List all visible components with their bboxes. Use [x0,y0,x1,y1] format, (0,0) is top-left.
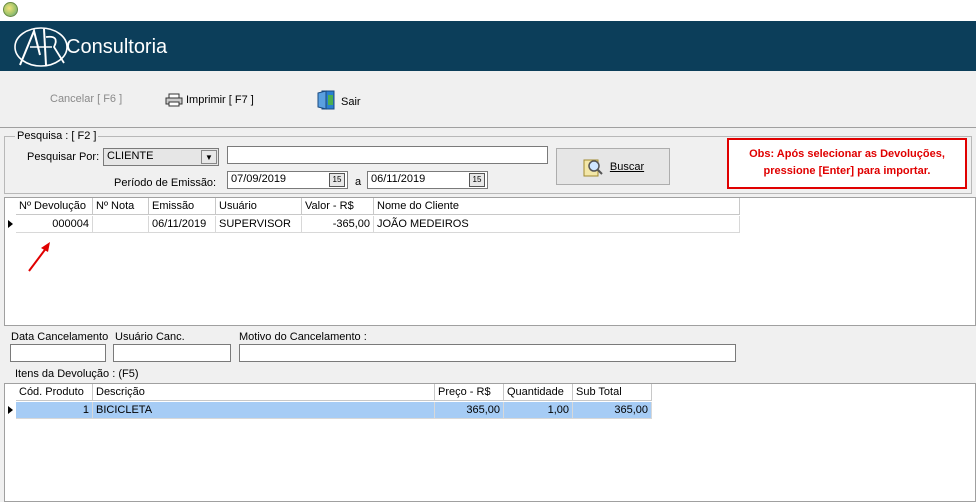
col-header-emissao[interactable]: Emissão [149,198,216,215]
search-input[interactable] [227,146,548,164]
col-header-descricao[interactable]: Descrição [93,384,435,401]
note-line-1: Obs: Após selecionar as Devoluções, [749,148,945,160]
col-header-valor[interactable]: Valor - R$ [302,198,374,215]
app-icon [3,2,18,17]
col-header-subtotal[interactable]: Sub Total [573,384,652,401]
import-note: Obs: Após selecionar as Devoluções, pres… [727,138,967,189]
items-legend: Itens da Devolução : (F5) [13,368,141,380]
cancel-reason-field[interactable] [239,344,736,362]
date-separator: a [355,176,362,188]
cancel-date-label: Data Cancelamento [11,331,109,343]
returns-grid[interactable]: Nº Devolução Nº Nota Emissão Usuário Val… [4,197,976,326]
col-header-cliente[interactable]: Nome do Cliente [374,198,740,215]
date-from-value: 07/09/2019 [231,173,287,185]
search-button[interactable]: Buscar [556,148,670,185]
cancel-reason-label: Motivo do Cancelamento : [239,331,367,343]
note-line-2: pressione [Enter] para importar. [763,165,931,177]
date-from-field[interactable]: 07/09/2019 15 [227,171,348,189]
exit-button[interactable]: Sair [316,89,361,111]
table-row-cell[interactable]: SUPERVISOR [216,216,302,233]
table-row-cell[interactable]: JOÃO MEDEIROS [374,216,740,233]
exit-label: Sair [341,96,361,108]
toolbar [0,71,976,128]
table-row-cell[interactable]: 1,00 [504,402,573,419]
col-header-devolucao[interactable]: Nº Devolução [16,198,93,215]
red-arrow-icon [28,242,50,272]
table-row-cell[interactable]: BICICLETA [93,402,435,419]
calendar-icon[interactable]: 15 [469,173,485,187]
cancel-user-label: Usuário Canc. [115,331,185,343]
table-row-cell[interactable]: 06/11/2019 [149,216,216,233]
search-legend: Pesquisa : [ F2 ] [15,130,99,142]
print-button[interactable]: Imprimir [ F7 ] [165,93,254,107]
table-row-cell[interactable] [93,216,149,233]
table-row-cell[interactable]: 000004 [16,216,93,233]
col-header-nota[interactable]: Nº Nota [93,198,149,215]
cancel-date-field[interactable] [10,344,106,362]
cancel-user-field[interactable] [113,344,231,362]
table-row-cell[interactable]: 1 [16,402,93,419]
row-indicator-icon [8,406,13,414]
exit-door-icon [317,90,335,110]
logo-icon [14,27,68,67]
search-by-label: Pesquisar Por: [27,151,100,163]
row-indicator-icon [8,220,13,228]
cancel-button[interactable]: Cancelar [ F6 ] [50,93,122,105]
table-row-cell[interactable]: 365,00 [573,402,652,419]
period-label: Período de Emissão: [114,177,217,189]
search-by-select[interactable]: CLIENTE ▼ [103,148,219,166]
print-label: Imprimir [ F7 ] [186,94,254,106]
brand-title: Consultoria [66,36,168,58]
col-header-codigo[interactable]: Cód. Produto [16,384,93,401]
col-header-preco[interactable]: Preço - R$ [435,384,504,401]
window-titlebar [0,0,976,21]
col-header-usuario[interactable]: Usuário [216,198,302,215]
search-button-label: Buscar [609,160,645,173]
table-row-cell[interactable]: 365,00 [435,402,504,419]
items-grid[interactable]: Cód. Produto Descrição Preço - R$ Quanti… [4,383,976,502]
col-header-quantidade[interactable]: Quantidade [504,384,573,401]
cancel-label: Cancelar [ F6 ] [50,93,123,105]
search-by-value: CLIENTE [107,150,154,162]
date-to-field[interactable]: 06/11/2019 15 [367,171,488,189]
dropdown-arrow-icon[interactable]: ▼ [201,150,217,164]
table-row-cell[interactable]: -365,00 [302,216,374,233]
date-to-value: 06/11/2019 [371,173,426,185]
calendar-icon[interactable]: 15 [329,173,345,187]
search-magnifier-icon [583,159,603,176]
printer-icon [165,93,183,107]
